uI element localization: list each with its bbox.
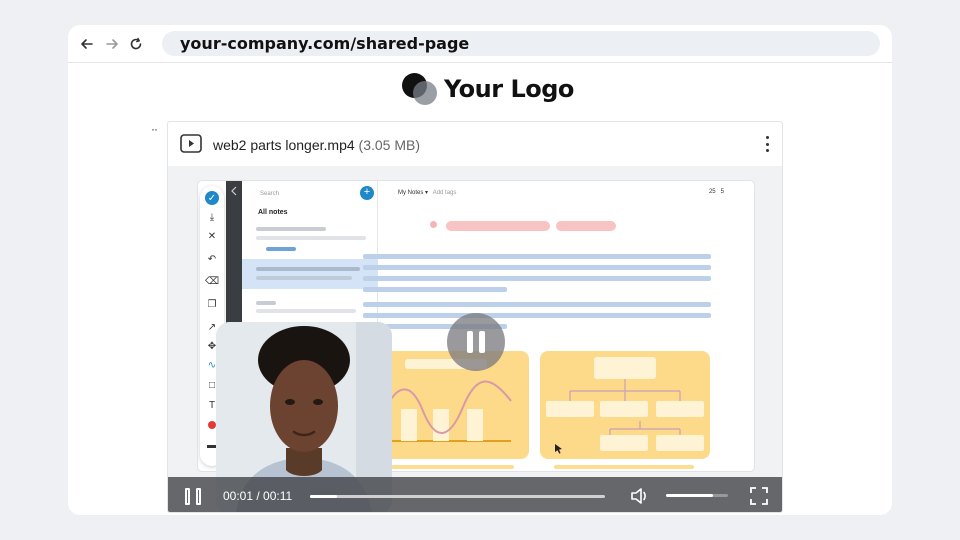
back-arrow-icon[interactable] [78, 35, 96, 53]
mouse-cursor-icon [555, 444, 562, 454]
volume-icon[interactable] [630, 487, 650, 505]
all-notes-title: All notes [258, 209, 288, 216]
logo-mark-icon [402, 71, 440, 107]
reload-icon[interactable] [127, 35, 145, 53]
doc-stats: 25 5 [708, 189, 724, 195]
fullscreen-icon[interactable] [750, 487, 768, 505]
diagram-card [540, 351, 710, 459]
address-bar[interactable]: your-company.com/shared-page [162, 31, 880, 56]
file-preview-card: web2 parts longer.mp4 (3.05 MB) ✓ ⤓ ✕ ↶ … [167, 121, 783, 513]
video-player[interactable]: ✓ ⤓ ✕ ↶ ⌫ ❐ ↗ ✥ ∿ □ T ▬ Search + All not… [168, 166, 782, 512]
drag-handle-icon[interactable]: ·· [151, 122, 158, 136]
playback-time: 00:01 / 00:11 [223, 489, 293, 503]
check-icon: ✓ [205, 191, 219, 205]
progress-bar[interactable] [310, 495, 605, 498]
video-file-icon [180, 134, 202, 153]
copy-icon: ❐ [207, 298, 217, 310]
close-icon: ✕ [207, 230, 217, 242]
download-icon: ⤓ [209, 211, 215, 223]
folder-label: My Notes ▾ Add tags [398, 190, 457, 196]
volume-fill [666, 494, 713, 497]
pause-icon[interactable] [185, 488, 201, 505]
file-size: (3.05 MB) [358, 137, 420, 153]
file-name-text: web2 parts longer.mp4 [213, 137, 355, 153]
browser-window: your-company.com/shared-page Your Logo ·… [68, 25, 892, 515]
selected-note [242, 259, 378, 289]
file-name: web2 parts longer.mp4 (3.05 MB) [213, 137, 420, 153]
undo-icon: ↶ [207, 253, 217, 265]
center-pause-button[interactable] [447, 313, 505, 371]
notes-search: Search [260, 191, 280, 197]
more-options-icon[interactable] [764, 134, 770, 154]
duration: 00:11 [263, 489, 293, 503]
forward-arrow-icon[interactable] [103, 35, 121, 53]
logo-text: Your Logo [444, 75, 574, 103]
volume-slider[interactable] [666, 494, 728, 497]
add-note-icon: + [360, 186, 374, 200]
toolbar-divider [68, 62, 892, 63]
player-controls: 00:01 / 00:11 [168, 477, 782, 512]
file-header: web2 parts longer.mp4 (3.05 MB) [168, 122, 782, 166]
progress-fill [310, 495, 337, 498]
eraser-icon: ⌫ [204, 275, 220, 287]
browser-toolbar: your-company.com/shared-page [68, 25, 892, 62]
current-time: 00:01 [223, 489, 254, 503]
url-text: your-company.com/shared-page [180, 34, 470, 53]
company-logo: Your Logo [402, 71, 574, 107]
